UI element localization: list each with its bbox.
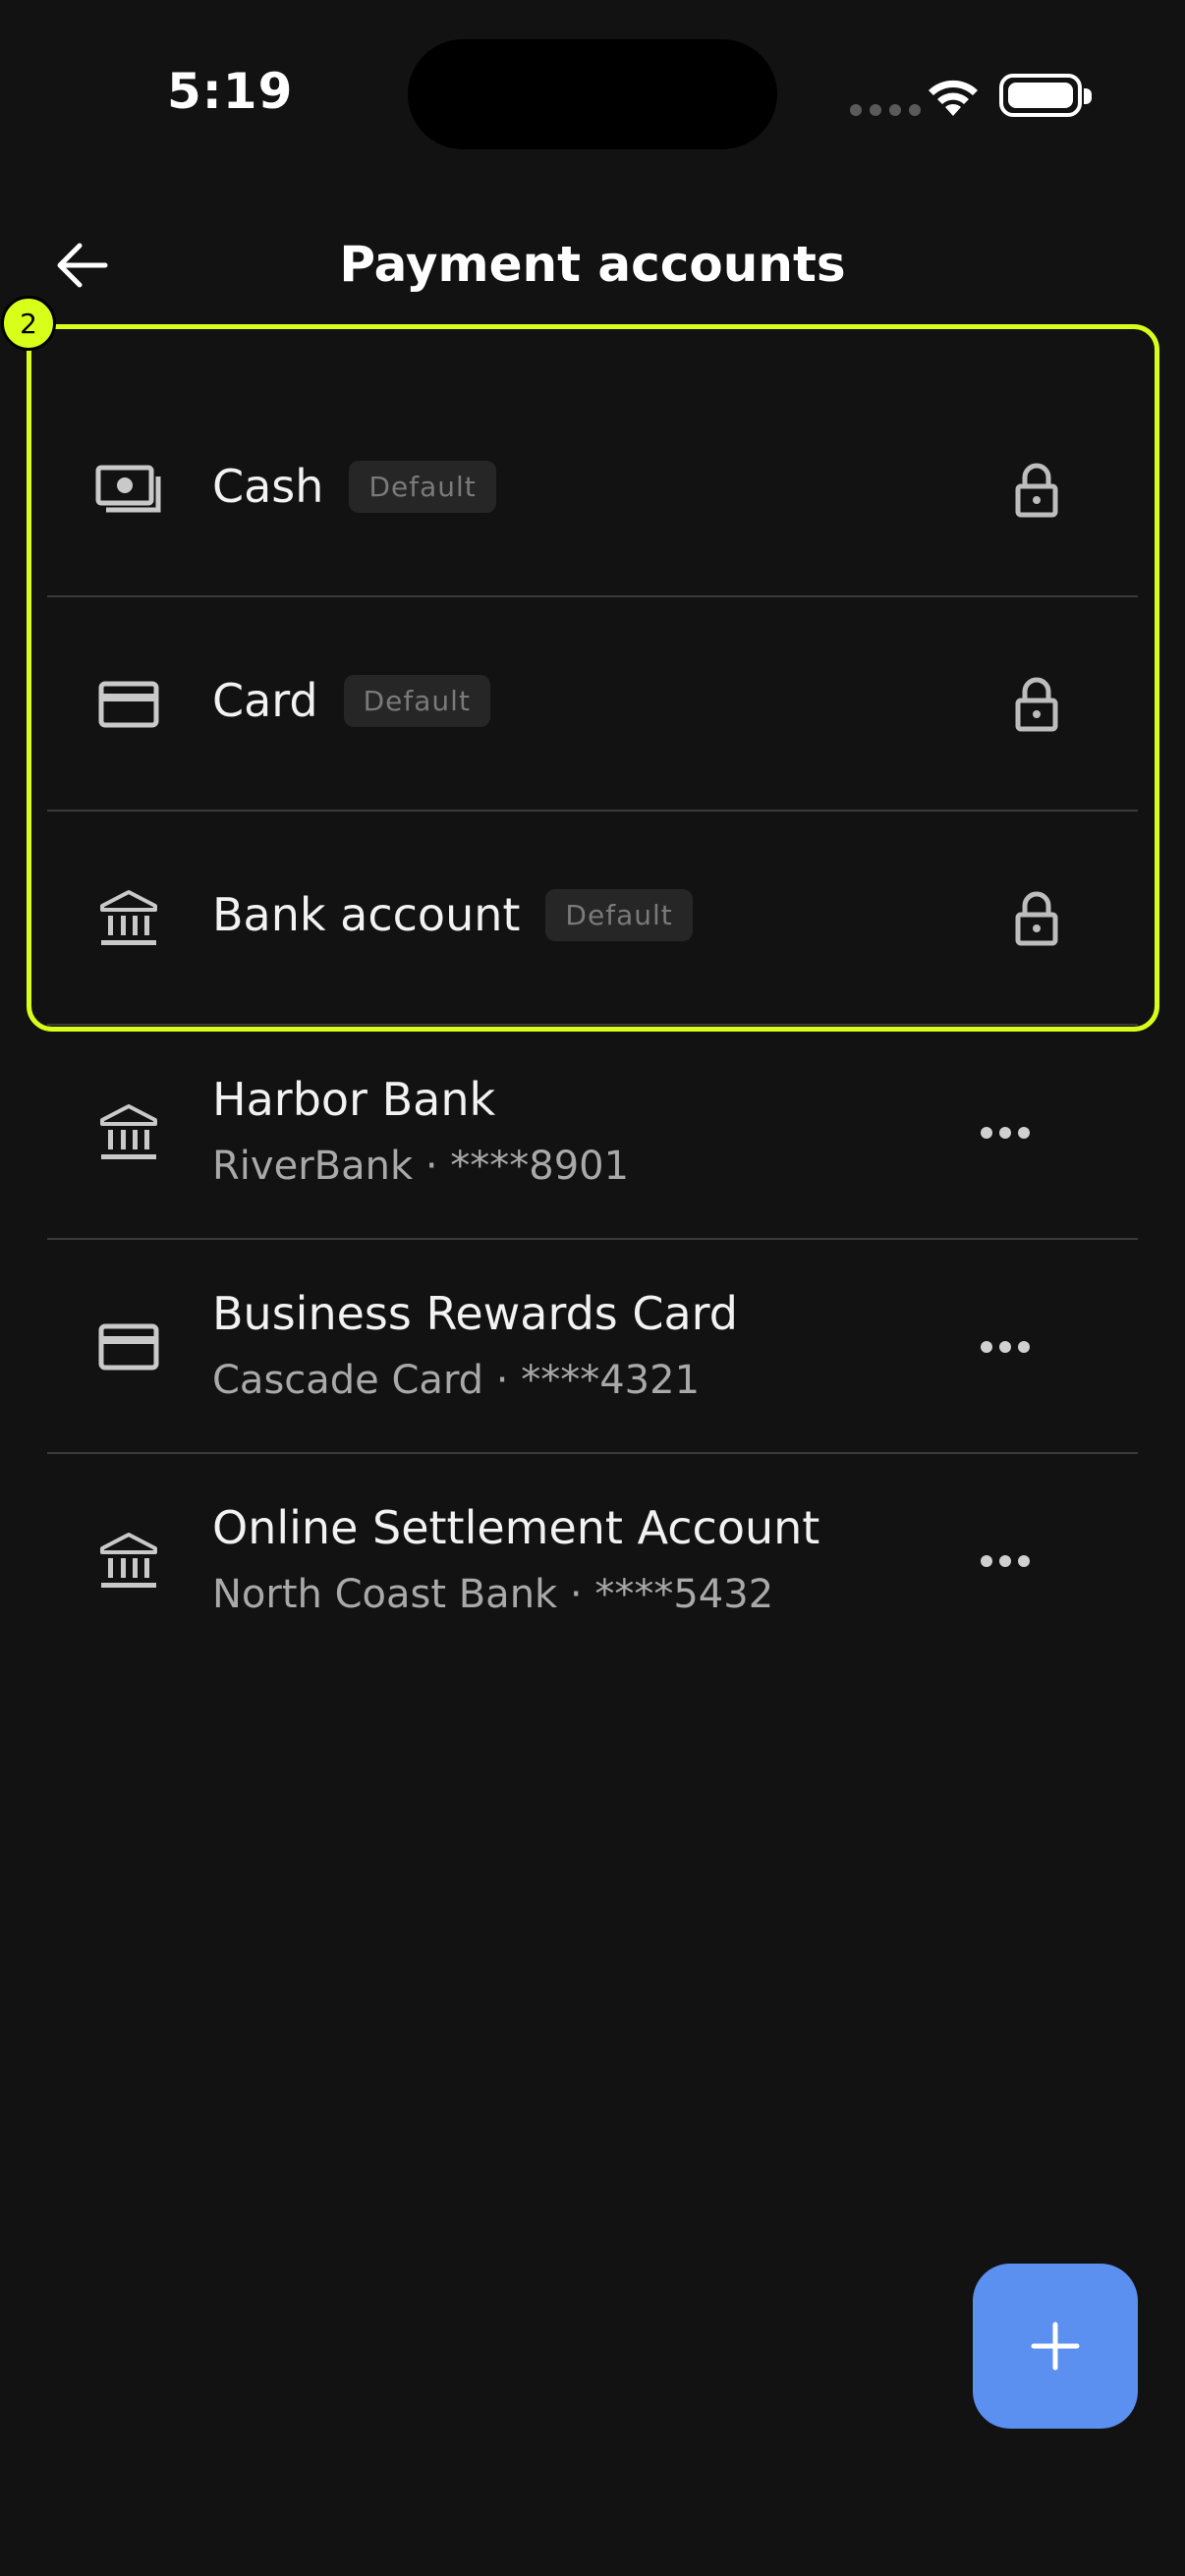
account-title: Card [212,674,318,727]
account-title: Bank account [212,888,521,941]
more-horizontal-icon [981,1555,1030,1567]
account-subtitle: North Coast Bank · ****5432 [212,1572,774,1617]
cellular-signal-icon [850,104,921,116]
header: Payment accounts [0,216,1185,314]
more-options-button[interactable] [971,1316,1040,1377]
account-title: Cash [212,460,324,513]
list-item-bank-account[interactable]: Bank account Default [47,812,1138,1026]
list-item-business-rewards-card[interactable]: Business Rewards Card Cascade Card · ***… [47,1240,1138,1454]
default-badge: Default [349,460,496,513]
lock-icon [1002,884,1071,953]
account-title: Harbor Bank [212,1073,496,1126]
highlight-badge: 2 [1,296,56,351]
bank-icon [94,884,163,953]
bank-icon [94,1098,163,1167]
account-subtitle: RiverBank · ****8901 [212,1144,630,1189]
default-badge: Default [545,888,693,941]
account-subtitle: Cascade Card · ****4321 [212,1358,701,1403]
list-item-harbor-bank[interactable]: Harbor Bank RiverBank · ****8901 [47,1026,1138,1240]
lock-icon [1002,456,1071,525]
payment-accounts-list: Cash Default Card Default Bank account D… [47,383,1138,1668]
battery-icon [999,74,1092,117]
more-options-button[interactable] [971,1531,1040,1592]
more-horizontal-icon [981,1127,1030,1139]
list-item-cash[interactable]: Cash Default [47,383,1138,597]
page-title: Payment accounts [339,236,846,293]
plus-icon [1031,2322,1080,2371]
default-badge: Default [343,674,490,727]
cash-icon [94,456,163,525]
account-title: Online Settlement Account [212,1501,820,1554]
account-title: Business Rewards Card [212,1287,738,1340]
add-account-button[interactable] [973,2264,1138,2429]
dynamic-island [408,39,777,149]
bank-icon [94,1527,163,1596]
credit-card-icon [94,670,163,739]
more-horizontal-icon [981,1341,1030,1353]
list-item-card[interactable]: Card Default [47,597,1138,812]
list-item-online-settlement-account[interactable]: Online Settlement Account North Coast Ba… [47,1454,1138,1668]
lock-icon [1002,670,1071,739]
wifi-icon [924,73,983,122]
credit-card-icon [94,1313,163,1381]
status-time: 5:19 [167,63,294,120]
more-options-button[interactable] [971,1102,1040,1163]
status-bar: 5:19 [0,0,1185,196]
